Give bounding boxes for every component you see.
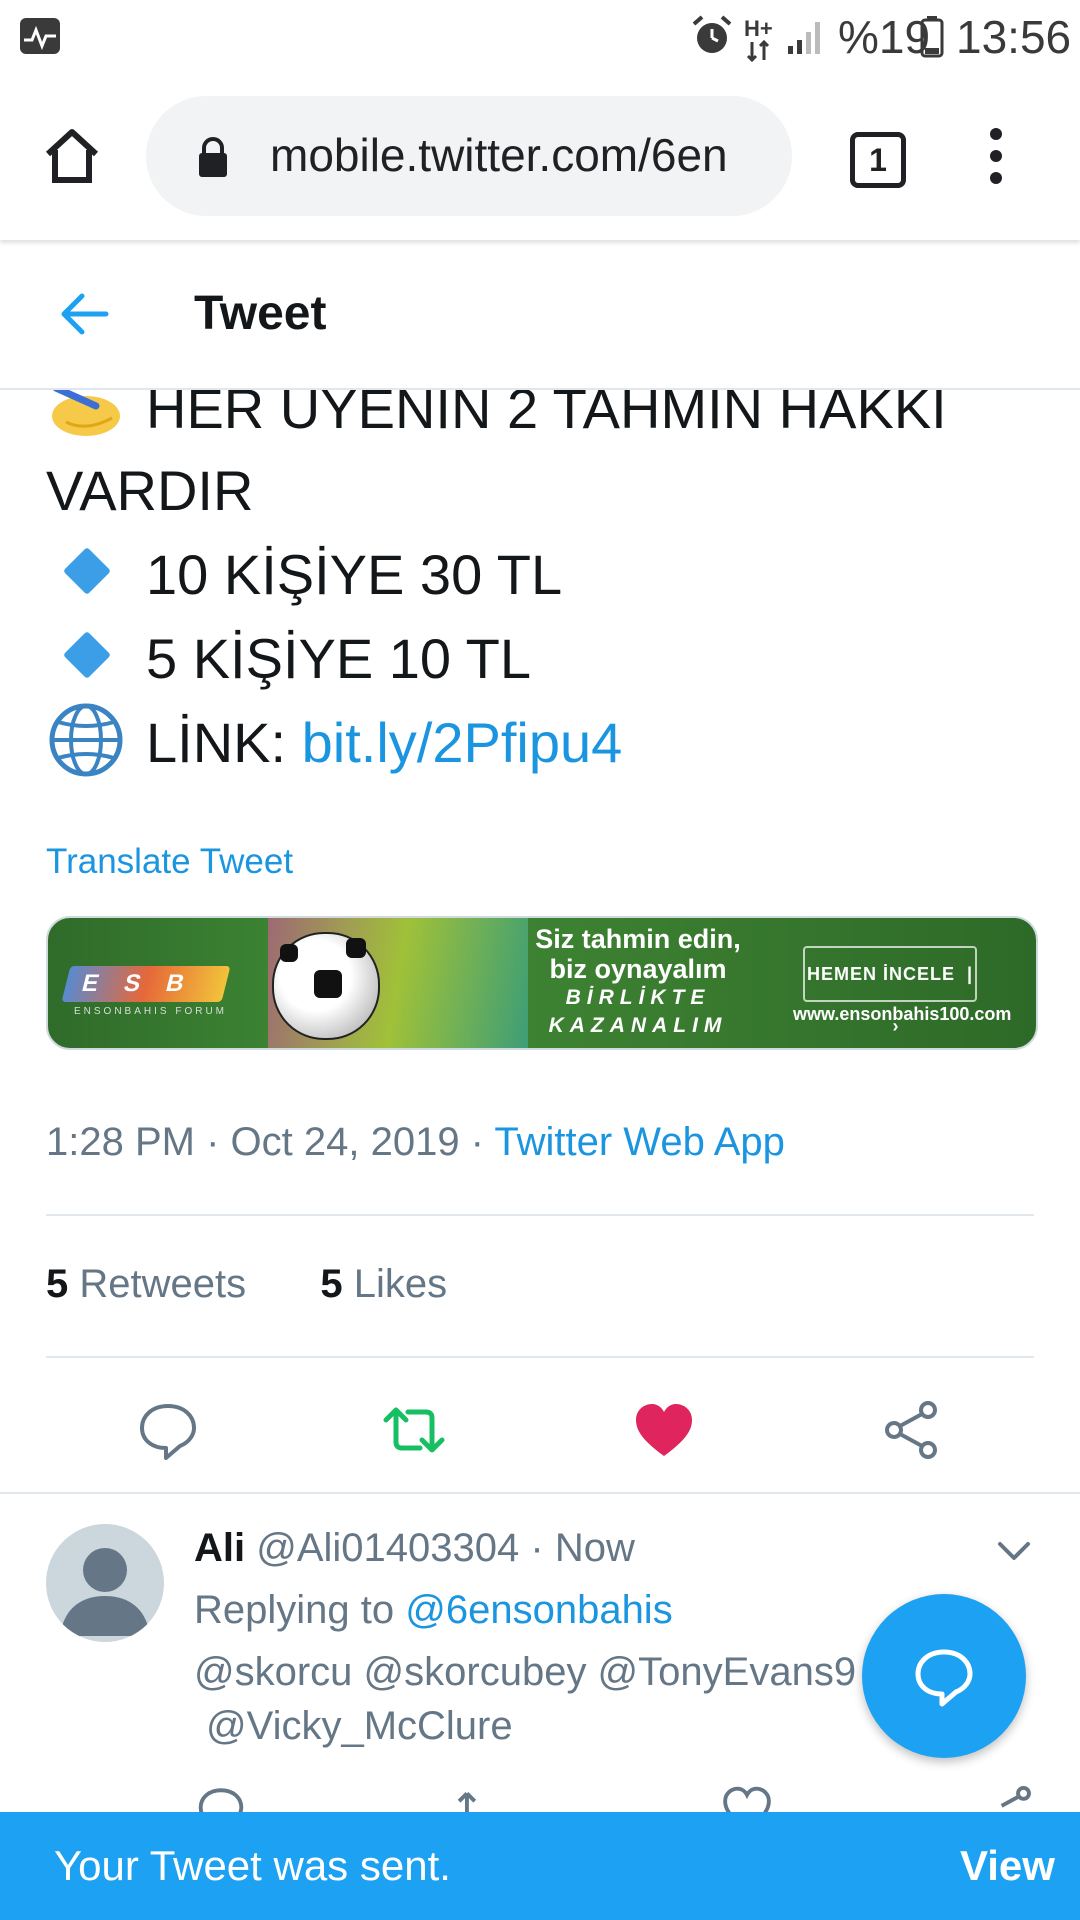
page-title: Tweet — [194, 287, 327, 340]
ad-banner-image[interactable]: ESB ENSONBAHIS FORUM Siz tahmin edin, bi… — [46, 916, 1038, 1050]
divider — [46, 1214, 1034, 1216]
tweet-line-3: 10 KİŞİYE 30 TL — [146, 543, 563, 606]
likes-stat[interactable]: 5 Likes — [320, 1262, 447, 1306]
snackbar-view-button[interactable]: View — [960, 1842, 1055, 1890]
banner-line-4: KAZANALIM — [548, 1014, 728, 1037]
lock-icon — [196, 136, 230, 178]
globe-icon — [46, 700, 126, 780]
blue-diamond-icon — [62, 630, 112, 680]
reply-display-name[interactable]: Ali — [194, 1526, 245, 1570]
browser-toolbar: mobile.twitter.com/6en 1 — [0, 76, 1080, 240]
signal-icon — [786, 18, 826, 56]
share-icon[interactable] — [880, 1398, 944, 1462]
share-icon[interactable] — [986, 1784, 1036, 1814]
divider — [46, 1356, 1034, 1358]
tweet-time: 1:28 PM — [46, 1120, 195, 1164]
banner-cta-button[interactable]: HEMEN İNCELE | › — [803, 946, 977, 1036]
battery-icon — [920, 16, 944, 58]
reply-mentions-line-1[interactable]: @skorcu @skorcubey @TonyEvans9 — [194, 1650, 856, 1695]
retweets-stat[interactable]: 5 Retweets — [46, 1262, 246, 1306]
banner-logo-sub: ENSONBAHIS FORUM — [74, 1006, 228, 1017]
link-label: LİNK: — [146, 711, 302, 774]
reply-author: Ali @Ali01403304 · Now — [194, 1526, 635, 1571]
tweet-line-4: 5 KİŞİYE 10 TL — [146, 627, 531, 690]
page-header: Tweet — [0, 240, 1080, 390]
arrow-left-icon[interactable] — [56, 290, 112, 338]
home-icon[interactable] — [40, 124, 104, 188]
tweet-date: Oct 24, 2019 — [230, 1120, 460, 1164]
tweet-line-2: VARDIR — [46, 459, 254, 522]
tweet-line-5: LİNK: bit.ly/2Pfipu4 — [146, 710, 622, 775]
banner-line-2: biz oynayalım — [549, 954, 727, 984]
translate-tweet-link[interactable]: Translate Tweet — [46, 842, 293, 882]
replying-to-link[interactable]: @6ensonbahis — [405, 1588, 672, 1632]
banner-line-3: BİRLİKTE — [565, 986, 711, 1009]
reply-separator: · — [530, 1526, 544, 1570]
likes-label: Likes — [353, 1262, 448, 1306]
battery-percent: %19 — [838, 11, 931, 63]
status-bar: H+ %19 13:56 — [0, 0, 1080, 76]
snackbar: Your Tweet was sent. View — [0, 1812, 1080, 1920]
ball-patch — [346, 938, 366, 958]
replying-to: Replying to @6ensonbahis — [194, 1588, 673, 1633]
like-icon[interactable] — [722, 1784, 772, 1814]
chevron-down-icon[interactable] — [996, 1536, 1032, 1566]
compose-reply-button[interactable] — [862, 1594, 1026, 1758]
banner-url: www.ensonbahis100.com — [793, 1004, 1012, 1024]
blue-diamond-icon — [62, 546, 112, 596]
retweets-label: Retweets — [79, 1262, 247, 1306]
divider — [0, 1492, 1080, 1494]
snackbar-message: Your Tweet was sent. — [54, 1842, 451, 1889]
tweet-source-link[interactable]: Twitter Web App — [494, 1120, 785, 1164]
retweets-count: 5 — [46, 1262, 69, 1306]
network-arrows-icon — [746, 39, 770, 63]
reply-handle: @Ali01403304 — [256, 1526, 520, 1570]
replying-label: Replying to — [194, 1588, 406, 1632]
reply-icon[interactable] — [196, 1784, 246, 1814]
ball-patch — [314, 970, 342, 998]
tab-switcher-button[interactable]: 1 — [850, 132, 906, 188]
soccer-ball-icon — [272, 932, 380, 1040]
more-vert-icon[interactable] — [980, 126, 1012, 186]
reply-mentions-line-2[interactable]: @Vicky_McClure — [206, 1704, 513, 1749]
ball-patch — [280, 944, 298, 962]
reply-time: Now — [554, 1526, 635, 1570]
tweet-timestamp: 1:28 PM · Oct 24, 2019 · Twitter Web App — [46, 1120, 785, 1164]
reply-icon — [912, 1644, 976, 1708]
avatar[interactable] — [46, 1524, 164, 1642]
retweet-icon[interactable] — [456, 1784, 506, 1814]
network-type: H+ — [744, 16, 773, 41]
like-icon[interactable] — [632, 1398, 696, 1462]
activity-icon — [20, 18, 60, 54]
tweet-link[interactable]: bit.ly/2Pfipu4 — [302, 711, 623, 774]
banner-logo: ESB — [61, 966, 231, 1002]
alarm-icon — [690, 14, 734, 58]
url-text: mobile.twitter.com/6en — [270, 129, 728, 181]
retweet-icon[interactable] — [382, 1398, 446, 1462]
tweet-stats: 5 Retweets 5 Likes — [46, 1262, 447, 1307]
reply-icon[interactable] — [136, 1398, 200, 1462]
likes-count: 5 — [320, 1262, 343, 1306]
banner-cta-label: HEMEN İNCELE — [806, 964, 955, 984]
address-bar[interactable]: mobile.twitter.com/6en — [146, 96, 792, 216]
banner-line-1: Siz tahmin edin, — [535, 924, 741, 954]
clock: 13:56 — [956, 11, 1072, 63]
